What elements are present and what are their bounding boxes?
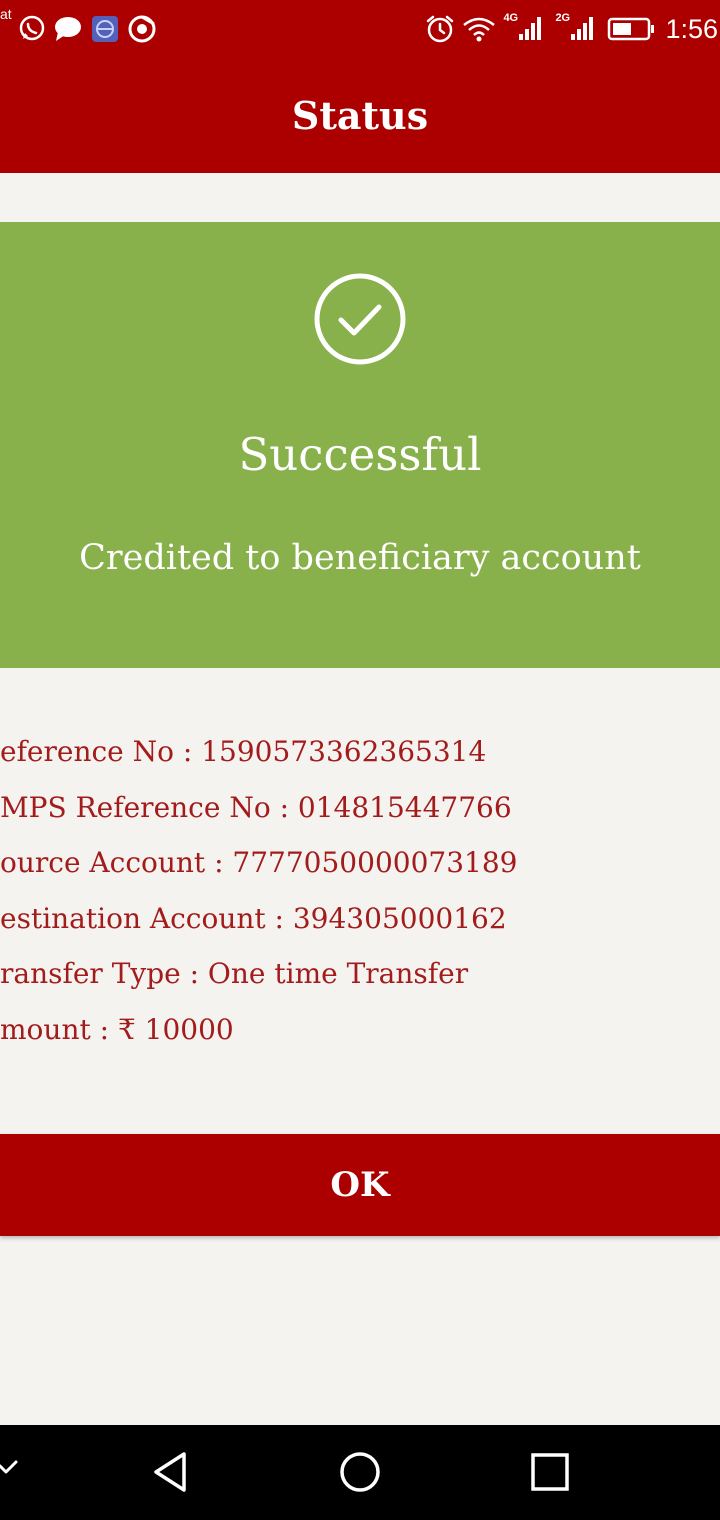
wifi-icon — [463, 17, 496, 42]
chrome-icon — [128, 15, 156, 43]
status-bar: at 4G 2G 1:56 — [0, 0, 720, 58]
status-subtitle: Credited to beneficiary account — [79, 538, 641, 578]
success-panel: Successful Credited to beneficiary accou… — [0, 222, 720, 668]
page-title: Status — [291, 93, 429, 138]
ok-button[interactable]: OK — [0, 1134, 720, 1236]
recents-icon[interactable] — [530, 1452, 570, 1492]
whatsapp-icon — [19, 15, 45, 41]
app-bar: Status — [0, 58, 720, 173]
app-icon — [92, 16, 118, 42]
battery-icon — [608, 17, 655, 41]
message-bubble-icon — [55, 17, 81, 41]
signal-2g-icon: 2G — [555, 12, 597, 44]
navigation-bar — [0, 1425, 720, 1520]
check-circle-icon — [314, 273, 406, 365]
signal-bars-icon — [519, 17, 542, 40]
signal-bars-icon — [571, 17, 594, 40]
ok-button-label: OK — [330, 1165, 390, 1205]
clock-time: 1:56 — [665, 13, 718, 44]
back-icon[interactable] — [150, 1450, 190, 1494]
transaction-details: eference No : 1590573362365314 MPS Refer… — [0, 730, 720, 1070]
detail-amount: mount : ₹ 10000 — [0, 1013, 234, 1046]
detail-destination-account: estination Account : 394305000162 — [0, 902, 507, 935]
detail-transfer-type: ransfer Type : One time Transfer — [0, 957, 469, 990]
hide-nav-icon[interactable] — [0, 1457, 24, 1487]
signal-4g-icon: 4G — [503, 12, 545, 44]
system-icons: 4G 2G 1:56 — [425, 0, 720, 58]
status-title: Successful — [238, 428, 482, 481]
detail-source-account: ource Account : 7777050000073189 — [0, 846, 518, 879]
detail-reference-no: eference No : 1590573362365314 — [0, 735, 487, 768]
home-icon[interactable] — [338, 1450, 382, 1494]
notification-icons — [0, 0, 157, 58]
detail-imps-reference-no: MPS Reference No : 014815447766 — [0, 791, 512, 824]
alarm-icon — [427, 15, 454, 43]
